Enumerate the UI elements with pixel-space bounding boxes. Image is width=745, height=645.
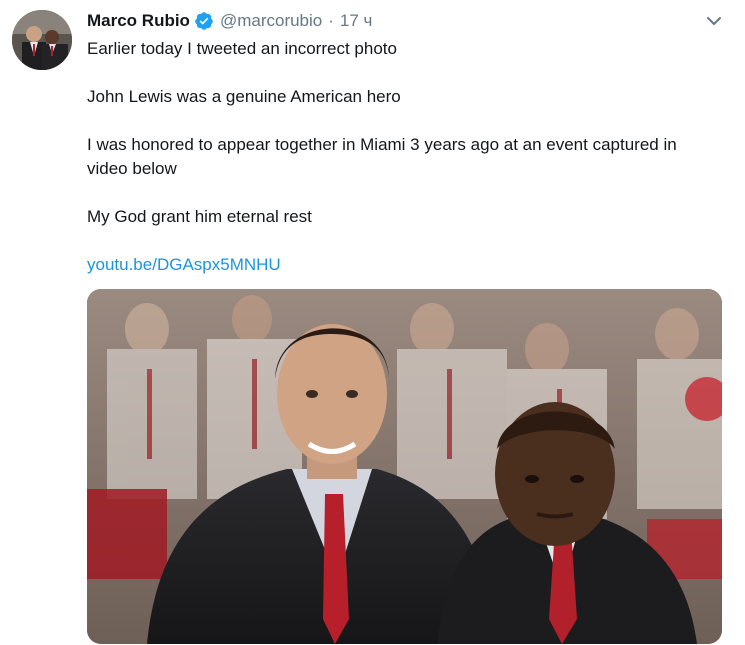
avatar-image <box>12 10 72 70</box>
tweet-text: Earlier today I tweeted an incorrect pho… <box>87 37 707 301</box>
avatar[interactable] <box>12 10 72 70</box>
display-name[interactable]: Marco Rubio <box>87 11 190 31</box>
tweet-line: John Lewis was a genuine American hero <box>87 87 401 106</box>
tweet-header: Marco Rubio @marcorubio · 17 ч <box>87 10 372 32</box>
handle[interactable]: @marcorubio <box>220 11 322 31</box>
chevron-down-icon[interactable] <box>705 12 723 30</box>
video-thumbnail[interactable] <box>87 289 722 644</box>
tweet-line: My God grant him eternal rest <box>87 207 312 226</box>
video-image <box>87 289 722 644</box>
tweet-line: I was honored to appear together in Miam… <box>87 135 677 178</box>
verified-badge-icon <box>194 11 214 31</box>
link-paragraph: youtu.be/DGAspx5MNHU <box>87 253 707 277</box>
separator-dot: · <box>328 11 334 30</box>
tweet: Marco Rubio @marcorubio · 17 ч Earlier t… <box>0 0 745 645</box>
timestamp[interactable]: 17 ч <box>340 11 373 31</box>
tweet-line: Earlier today I tweeted an incorrect pho… <box>87 39 397 58</box>
tweet-link[interactable]: youtu.be/DGAspx5MNHU <box>87 255 281 274</box>
